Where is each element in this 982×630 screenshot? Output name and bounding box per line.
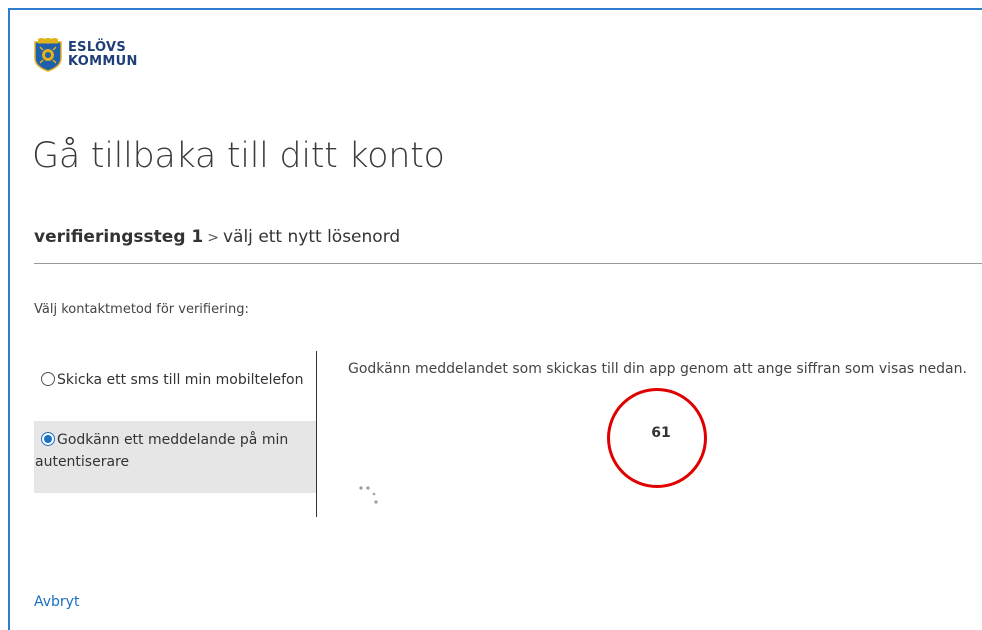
method-option-label: Godkänn ett meddelande på min autentiser… [35,432,289,470]
contact-method-list: Skicka ett sms till min mobiltelefon God… [34,353,316,493]
brand-name-line1: ESLÖVS [68,40,126,55]
method-option-label: Skicka ett sms till min mobiltelefon [57,372,304,388]
loading-spinner-icon [359,486,378,504]
brand-logo: ESLÖVS KOMMUN [34,38,138,72]
step-separator: > [207,230,219,246]
next-step: välj ett nytt lösenord [222,227,401,247]
page-frame [8,8,982,630]
vertical-divider [316,351,317,517]
page-title: Gå tillbaka till ditt konto [32,136,445,176]
radio-checked-icon[interactable] [41,432,55,446]
method-option-sms[interactable]: Skicka ett sms till min mobiltelefon [34,353,316,421]
step-breadcrumb: verifieringssteg 1 > välj ett nytt lösenor… [34,227,400,247]
divider [34,263,982,264]
radio-unchecked-icon[interactable] [41,372,55,386]
highlight-circle [607,388,707,488]
verification-instructions: Godkänn meddelandet som skickas till din… [348,361,967,377]
contact-method-prompt: Välj kontaktmetod för verifiering: [34,302,249,317]
brand-name-line2: KOMMUN [68,54,138,69]
method-option-authenticator[interactable]: Godkänn ett meddelande på min autentiser… [34,421,316,493]
current-step: verifieringssteg 1 [34,227,204,247]
cancel-link[interactable]: Avbryt [34,594,79,610]
crest-icon [34,38,62,72]
